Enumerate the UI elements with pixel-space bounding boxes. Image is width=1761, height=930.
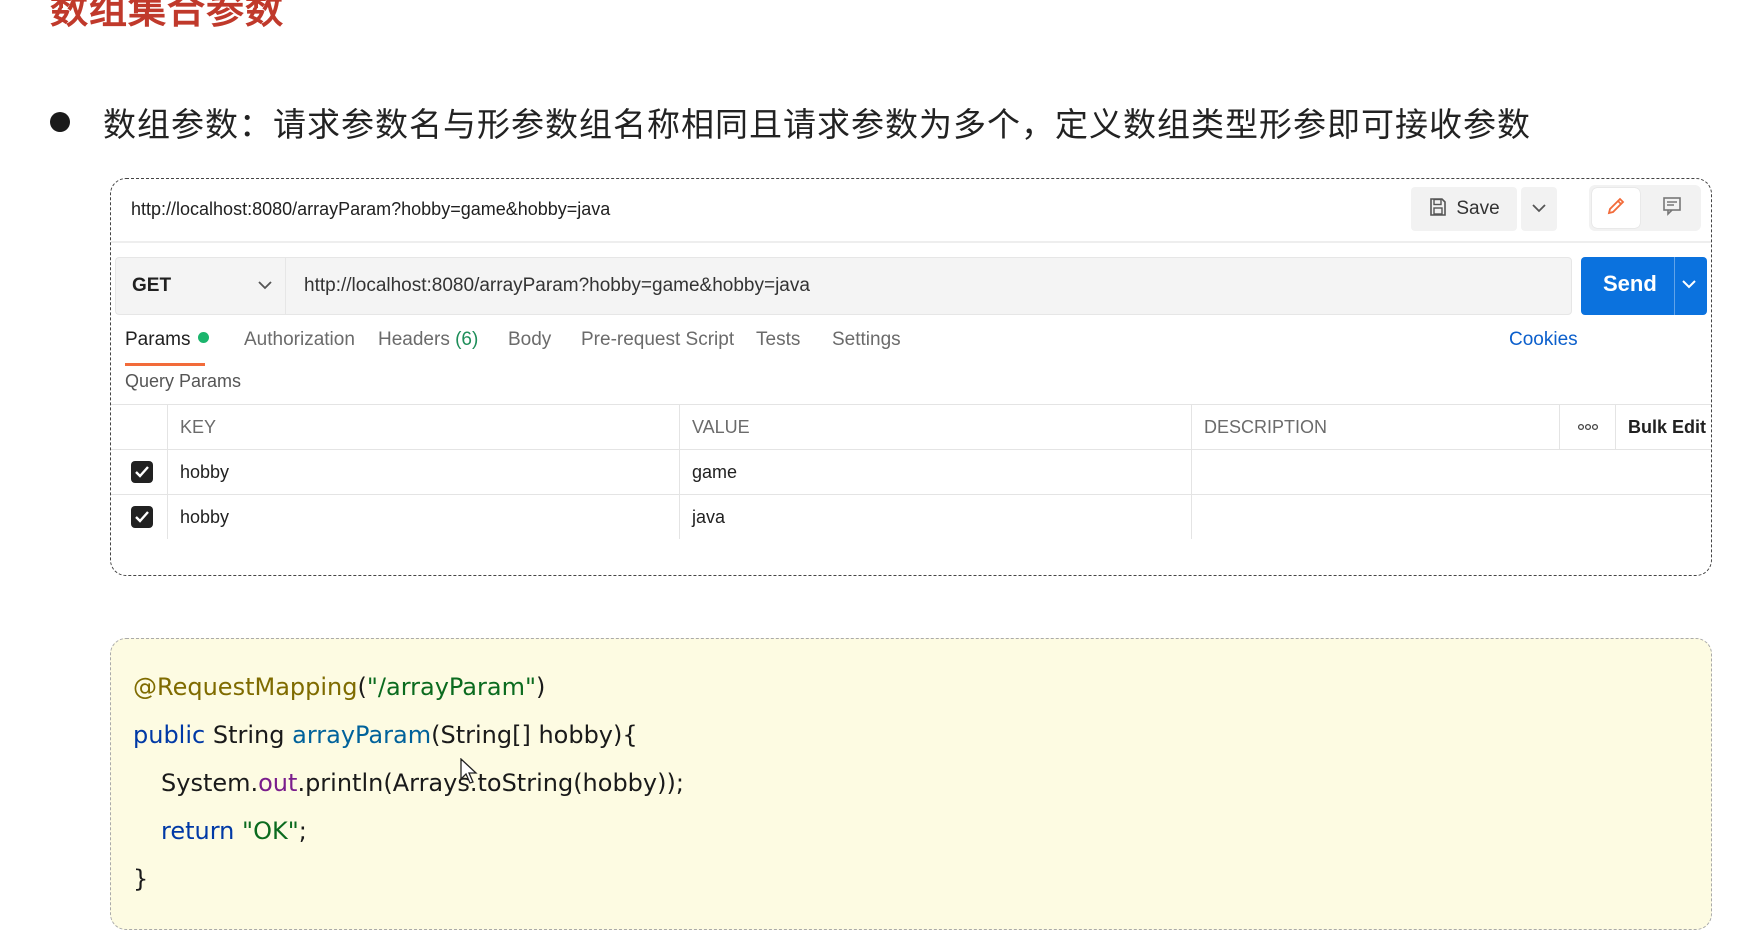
- code-brace: }: [133, 865, 149, 893]
- code-field: out: [258, 769, 298, 797]
- save-button[interactable]: Save: [1411, 187, 1517, 231]
- more-icon: [1577, 418, 1599, 436]
- row-checkbox[interactable]: [131, 461, 153, 483]
- row-key: hobby: [180, 506, 230, 527]
- tab-label: Pre-request Script: [581, 329, 735, 350]
- row-value-cell[interactable]: java: [679, 495, 1191, 539]
- url-text: http://localhost:8080/arrayParam?hobby=g…: [304, 275, 810, 296]
- table-header-row: KEY VALUE DESCRIPTION Bulk Edit: [111, 404, 1711, 449]
- chevron-down-icon[interactable]: [1681, 277, 1697, 295]
- row-checkbox-cell: [111, 495, 167, 539]
- code-string: "/arrayParam": [366, 673, 537, 701]
- bullet-row: 数组参数：请求参数名与形参数组名称相同且请求参数为多个，定义数组类型形参即可接收…: [50, 98, 1531, 146]
- header-description-label: DESCRIPTION: [1204, 416, 1328, 437]
- tab-label: Headers: [378, 329, 450, 350]
- code-semicolon: ;: [298, 817, 307, 845]
- mouse-cursor-icon: [460, 757, 478, 789]
- cookies-link[interactable]: Cookies: [1509, 329, 1578, 351]
- header-key: KEY: [167, 405, 679, 449]
- bullet-dot: [50, 112, 70, 132]
- params-indicator-dot: [198, 332, 210, 344]
- tab-label: Body: [508, 329, 552, 350]
- save-label: Save: [1456, 198, 1500, 219]
- row-description-cell[interactable]: [1191, 495, 1711, 539]
- row-description-cell[interactable]: [1191, 450, 1711, 494]
- row-checkbox-cell: [111, 450, 167, 494]
- code-line-3: System.out.println(Arrays.toString(hobby…: [161, 769, 684, 797]
- header-description: DESCRIPTION: [1191, 405, 1559, 449]
- tab-label: Params: [125, 329, 191, 350]
- header-value-label: VALUE: [692, 416, 750, 437]
- row-key: hobby: [180, 461, 230, 482]
- pencil-icon: [1605, 195, 1627, 222]
- code-paren-open: (: [357, 673, 367, 701]
- view-toggle-group: [1589, 185, 1701, 231]
- code-call: .println(Arrays.toString(hobby));: [297, 769, 684, 797]
- code-line-2: public String arrayParam(String[] hobby)…: [133, 721, 638, 749]
- code-line-5: }: [133, 865, 148, 893]
- code-string: "OK": [242, 817, 299, 845]
- comments-button[interactable]: [1647, 188, 1697, 228]
- method-select[interactable]: GET: [115, 257, 286, 315]
- chevron-down-icon: [1532, 200, 1546, 218]
- active-tab-underline: [125, 363, 205, 366]
- slide-title: 数组集合参数: [50, 0, 285, 32]
- url-input[interactable]: http://localhost:8080/arrayParam?hobby=g…: [285, 257, 1572, 315]
- table-row: hobby game: [111, 449, 1711, 494]
- code-paren-close: ): [536, 673, 546, 701]
- row-value-cell[interactable]: game: [679, 450, 1191, 494]
- header-checkbox-cell: [111, 405, 167, 449]
- code-annotation: @RequestMapping: [133, 673, 358, 701]
- bulk-edit-label: Bulk Edit: [1628, 416, 1707, 437]
- tab-label: Authorization: [244, 329, 355, 350]
- row-key-cell[interactable]: hobby: [167, 450, 679, 494]
- code-keyword: public: [133, 721, 206, 749]
- tab-body[interactable]: Body: [508, 329, 551, 351]
- header-divider: [111, 241, 1711, 243]
- comment-icon: [1661, 195, 1683, 222]
- query-params-label: Query Params: [125, 371, 242, 391]
- code-method-name: arrayParam: [292, 721, 432, 749]
- headers-count: (6): [455, 329, 479, 350]
- bullet-text: 数组参数：请求参数名与形参数组名称相同且请求参数为多个，定义数组类型形参即可接收…: [103, 105, 1531, 144]
- query-params-table: KEY VALUE DESCRIPTION Bulk Edit hobby ga…: [111, 404, 1711, 539]
- save-options-button[interactable]: [1521, 187, 1557, 231]
- tab-pre-request-script[interactable]: Pre-request Script: [581, 329, 734, 351]
- save-icon: [1428, 197, 1448, 222]
- checkmark-icon: [135, 511, 149, 523]
- code-class: System.: [161, 769, 259, 797]
- code-type: String: [205, 721, 293, 749]
- method-label: GET: [132, 275, 172, 296]
- code-line-1: @RequestMapping("/arrayParam"): [133, 673, 545, 701]
- tab-authorization[interactable]: Authorization: [244, 329, 355, 351]
- edit-button[interactable]: [1592, 188, 1640, 228]
- request-title[interactable]: http://localhost:8080/arrayParam?hobby=g…: [131, 199, 610, 220]
- code-block: @RequestMapping("/arrayParam") public St…: [110, 638, 1712, 930]
- send-label: Send: [1603, 271, 1657, 296]
- bulk-edit-button[interactable]: Bulk Edit: [1615, 405, 1711, 449]
- more-options-button[interactable]: [1559, 405, 1615, 449]
- code-keyword: return: [161, 817, 235, 845]
- header-key-label: KEY: [180, 416, 217, 437]
- tab-params[interactable]: Params: [125, 329, 210, 366]
- send-button[interactable]: Send: [1581, 257, 1707, 315]
- row-key-cell[interactable]: hobby: [167, 495, 679, 539]
- tab-settings[interactable]: Settings: [832, 329, 901, 351]
- tab-tests[interactable]: Tests: [756, 329, 800, 351]
- row-value: java: [692, 506, 726, 527]
- tab-label: Settings: [832, 329, 901, 350]
- row-checkbox[interactable]: [131, 506, 153, 528]
- code-line-4: return "OK";: [161, 817, 307, 845]
- send-separator: [1674, 257, 1675, 315]
- chevron-down-icon: [258, 277, 272, 295]
- tab-headers[interactable]: Headers (6): [378, 329, 478, 351]
- row-value: game: [692, 461, 738, 482]
- postman-request-panel: http://localhost:8080/arrayParam?hobby=g…: [110, 178, 1712, 576]
- code-params: (String[] hobby){: [431, 721, 638, 749]
- checkmark-icon: [135, 466, 149, 478]
- header-value: VALUE: [679, 405, 1191, 449]
- table-row: hobby java: [111, 494, 1711, 539]
- tab-label: Tests: [756, 329, 801, 350]
